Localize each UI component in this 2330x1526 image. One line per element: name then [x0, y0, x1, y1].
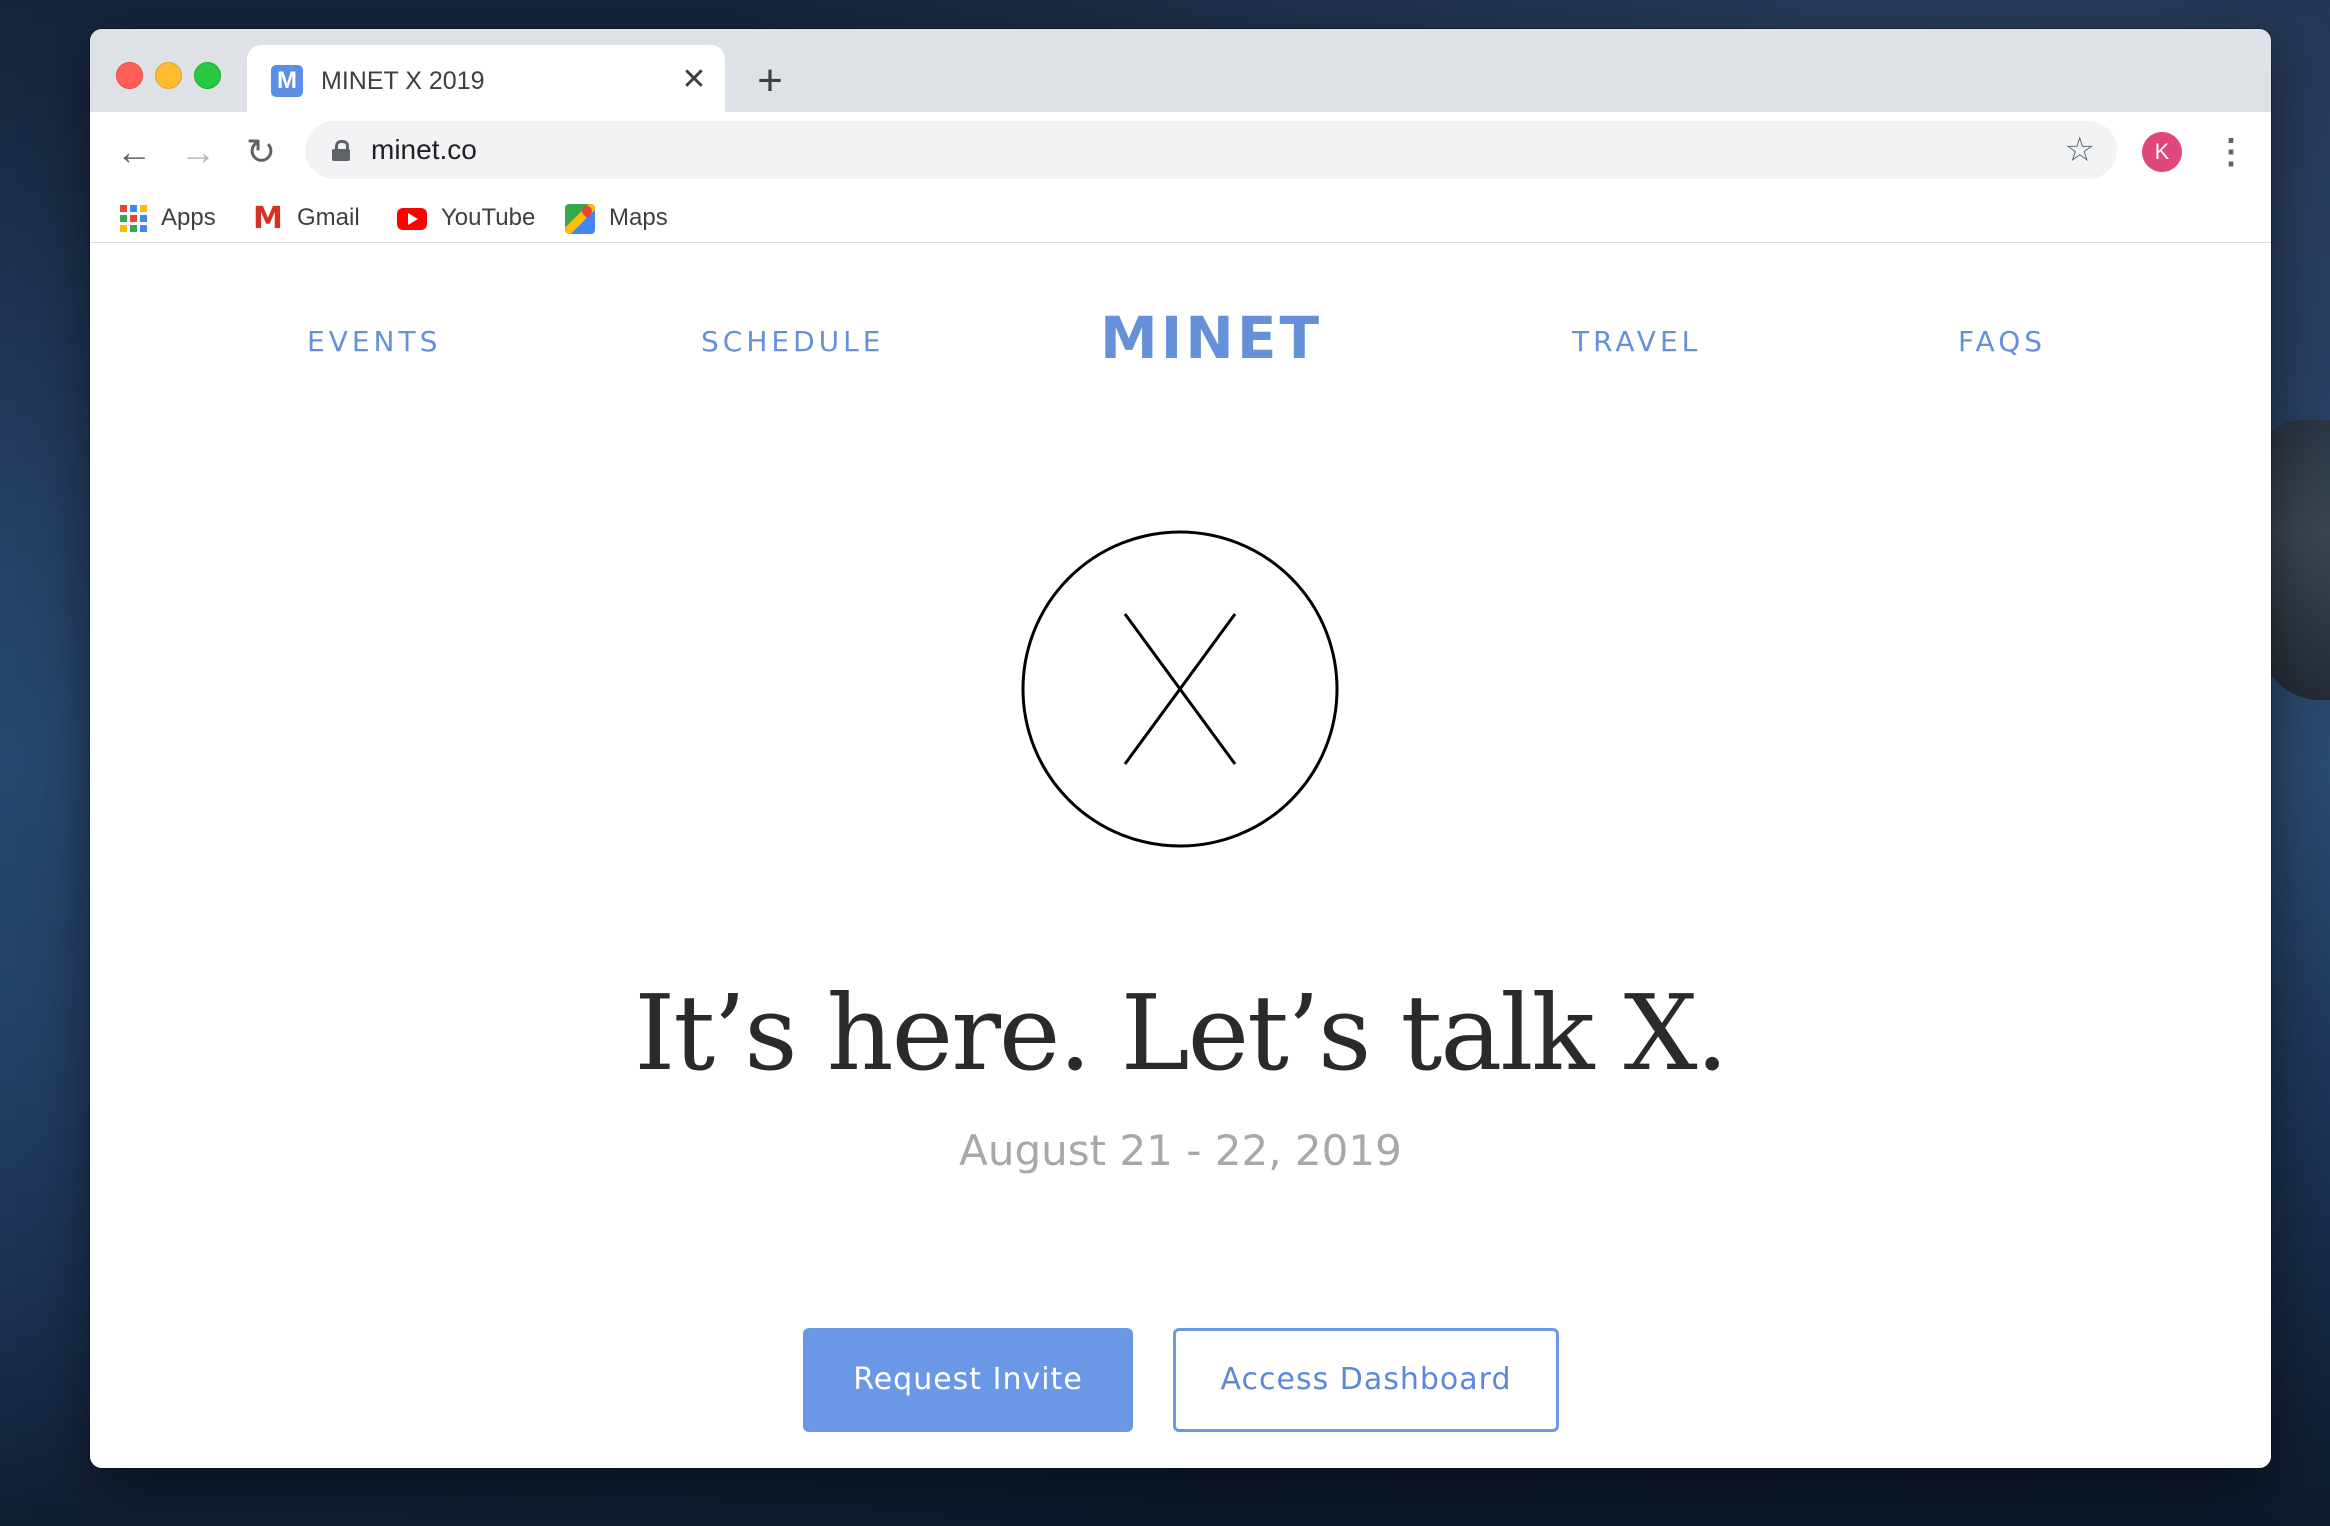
request-invite-button[interactable]: Request Invite	[803, 1328, 1133, 1432]
bookmark-apps[interactable]: Apps	[120, 195, 216, 241]
address-bar[interactable]: minet.co ☆	[305, 121, 2117, 179]
apps-grid-icon	[120, 205, 147, 233]
x-circle-emblem-icon	[1021, 530, 1339, 848]
minet-favicon-icon: M	[271, 65, 303, 97]
nav-link-events[interactable]: EVENTS	[307, 325, 441, 358]
bookmark-star-icon[interactable]: ☆	[2065, 132, 2095, 168]
hero-headline: It’s here. Let’s talk X.	[634, 972, 1728, 1094]
nav-link-faqs[interactable]: FAQS	[1958, 325, 2046, 358]
tab-close-icon[interactable]: ✕	[679, 65, 709, 95]
bookmarks-bar: Apps M Gmail YouTube Maps	[90, 195, 2271, 241]
event-dates: August 21 - 22, 2019	[959, 1126, 1402, 1175]
bookmark-youtube[interactable]: YouTube	[397, 195, 535, 241]
url-text[interactable]: minet.co	[371, 134, 477, 166]
forward-arrow-icon[interactable]: →	[178, 132, 218, 172]
reload-icon[interactable]: ↻	[241, 132, 281, 172]
new-tab-button[interactable]: +	[750, 59, 790, 103]
access-dashboard-button[interactable]: Access Dashboard	[1173, 1328, 1559, 1432]
gmail-icon: M	[253, 200, 283, 236]
bookmark-label: Gmail	[297, 204, 360, 231]
youtube-icon	[397, 207, 427, 230]
bookmark-label: YouTube	[441, 204, 536, 231]
close-window-button[interactable]	[116, 62, 143, 89]
maps-icon	[565, 203, 595, 234]
bookmark-label: Maps	[609, 204, 668, 231]
lock-icon[interactable]	[332, 140, 350, 161]
tab-minet[interactable]: M MINET X 2019 ✕	[247, 45, 725, 112]
bookmark-gmail[interactable]: M Gmail	[253, 195, 360, 241]
browser-menu-icon[interactable]: ⋮	[2214, 132, 2248, 172]
bookmark-label: Apps	[161, 204, 216, 231]
minimize-window-button[interactable]	[155, 62, 182, 89]
nav-link-schedule[interactable]: SCHEDULE	[701, 325, 884, 358]
minet-logo[interactable]: MINET	[1100, 305, 1319, 371]
browser-window: M MINET X 2019 ✕ + ← → ↻ minet.co ☆ K ⋮	[90, 29, 2271, 1468]
tab-strip: M MINET X 2019 ✕ +	[90, 29, 2271, 112]
web-page: EVENTS SCHEDULE MINET TRAVEL FAQS It’s h…	[90, 243, 2271, 1468]
bookmark-maps[interactable]: Maps	[565, 195, 668, 241]
nav-link-travel[interactable]: TRAVEL	[1572, 325, 1701, 358]
profile-avatar[interactable]: K	[2142, 132, 2182, 172]
tab-title: MINET X 2019	[321, 67, 485, 95]
back-arrow-icon[interactable]: ←	[114, 132, 154, 172]
fullscreen-window-button[interactable]	[194, 62, 221, 89]
